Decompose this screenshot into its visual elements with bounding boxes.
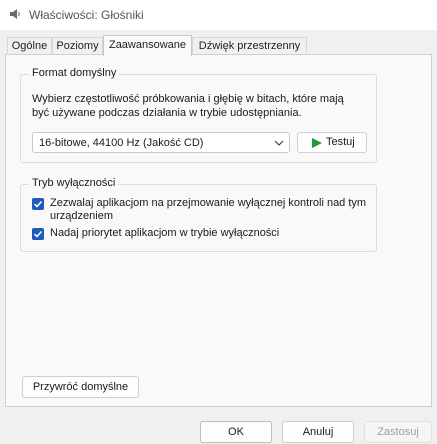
prioritize-exclusive-apps-label: Nadaj priorytet aplikacjom w trybie wyłą… <box>50 227 280 239</box>
default-format-title: Format domyślny <box>29 67 120 79</box>
play-icon <box>312 138 322 148</box>
tab-panel-advanced: Format domyślny Wybierz częstotliwość pr… <box>5 54 432 407</box>
exclusive-mode-title: Tryb wyłączności <box>29 177 119 189</box>
exclusive-mode-group: Tryb wyłączności Zezwalaj aplikacjom na … <box>20 177 377 252</box>
window-title: Właściwości: Głośniki <box>29 8 144 22</box>
test-button[interactable]: Testuj <box>297 132 367 153</box>
tab-strip: Ogólne Poziomy Zaawansowane Dźwięk przes… <box>0 35 437 56</box>
format-select-value: 16-bitowe, 44100 Hz (Jakość CD) <box>39 137 204 149</box>
tab-advanced[interactable]: Zaawansowane <box>103 35 192 56</box>
tab-general[interactable]: Ogólne <box>7 37 52 54</box>
ok-button[interactable]: OK <box>200 421 272 443</box>
speaker-icon <box>10 9 20 19</box>
tab-spatial-sound[interactable]: Dźwięk przestrzenny <box>192 37 307 54</box>
cancel-button[interactable]: Anuluj <box>282 421 354 443</box>
checkbox-checked-icon[interactable] <box>32 198 44 210</box>
apply-button[interactable]: Zastosuj <box>364 421 432 443</box>
default-format-group: Format domyślny Wybierz częstotliwość pr… <box>20 67 377 163</box>
allow-exclusive-control-label: Zezwalaj aplikacjom na przejmowanie wyłą… <box>50 197 367 222</box>
default-format-description: Wybierz częstotliwość próbkowania i głęb… <box>32 93 344 119</box>
title-bar: Właściwości: Głośniki <box>0 0 437 30</box>
restore-defaults-button[interactable]: Przywróć domyślne <box>22 376 139 398</box>
format-select[interactable]: 16-bitowe, 44100 Hz (Jakość CD) <box>32 132 290 153</box>
test-button-label: Testuj <box>326 136 355 148</box>
chevron-down-icon <box>274 140 284 146</box>
checkbox-checked-icon[interactable] <box>32 228 44 240</box>
tab-levels[interactable]: Poziomy <box>52 37 103 54</box>
